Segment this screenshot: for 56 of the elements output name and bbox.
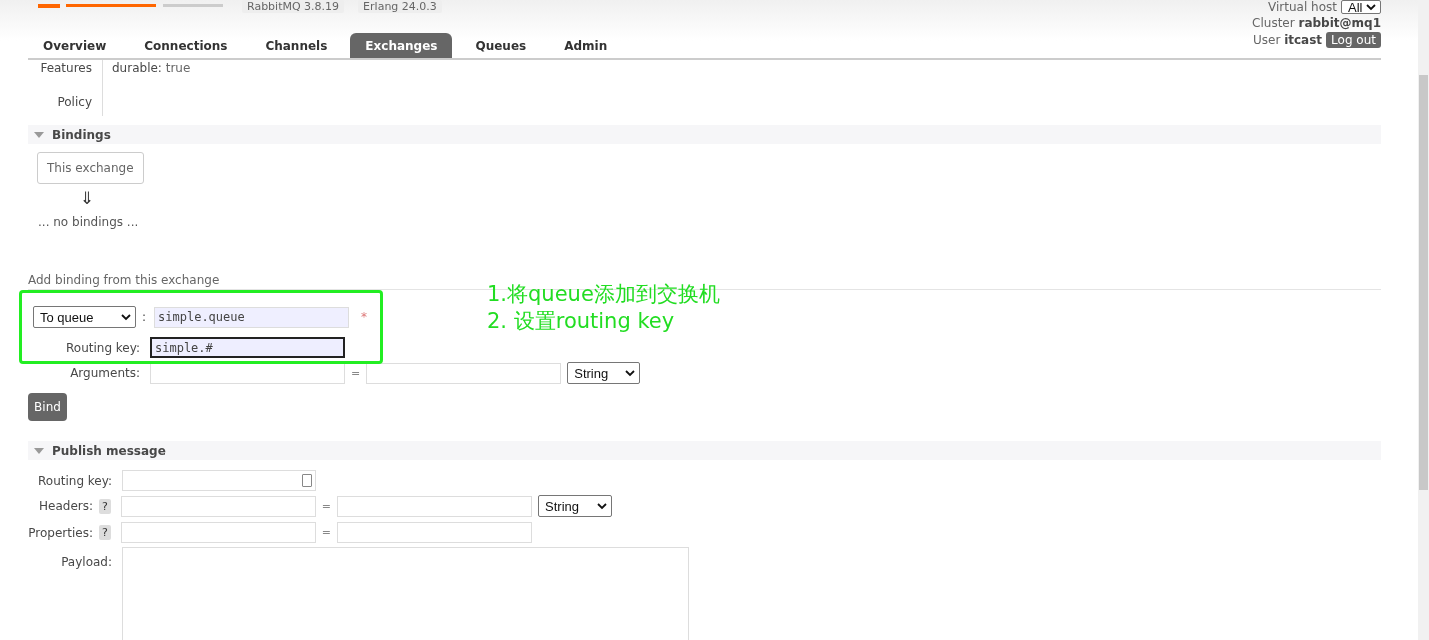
down-arrow: ⇓ bbox=[80, 188, 96, 208]
payload-field[interactable] bbox=[122, 547, 689, 640]
chevron-down-icon bbox=[121, 313, 131, 321]
logout-button[interactable]: Log out bbox=[1326, 32, 1381, 48]
virtual-host-label: Virtual host bbox=[1268, 0, 1337, 14]
routing-key-field[interactable] bbox=[122, 470, 316, 491]
destination-dropdown[interactable]: To queue bbox=[33, 306, 136, 328]
cluster-label: Cluster rabbit@mq1 bbox=[1252, 16, 1381, 30]
nav-tab[interactable]: Overview bbox=[28, 33, 122, 58]
key-icon bbox=[302, 474, 312, 487]
header-key-field[interactable] bbox=[120, 495, 316, 517]
virtual-host-dropdown[interactable]: All bbox=[1341, 0, 1381, 14]
routing-key-label: Routing key: bbox=[65, 340, 140, 355]
equals-sign: = bbox=[321, 499, 332, 513]
chevron-down-icon bbox=[597, 502, 608, 510]
routing-key-field[interactable]: simple.# bbox=[150, 337, 345, 358]
nav-tab[interactable]: Connections bbox=[129, 33, 243, 58]
argument-key-field[interactable] bbox=[150, 362, 345, 384]
type-dropdown[interactable]: String bbox=[538, 495, 613, 517]
properties-label: Properties: bbox=[28, 525, 93, 540]
nav-tab[interactable]: Queues bbox=[460, 33, 542, 58]
nav-tab[interactable]: Exchanges bbox=[350, 33, 453, 58]
equals-sign: = bbox=[351, 366, 361, 380]
separator: : bbox=[142, 310, 147, 324]
arguments-label: Arguments: bbox=[69, 366, 140, 380]
queue-name-field[interactable]: simple.queue bbox=[154, 306, 350, 328]
version-label: Erlang 24.0.3 bbox=[358, 0, 442, 13]
bind-button[interactable]: Bind bbox=[28, 393, 67, 421]
help-button[interactable]: ? bbox=[99, 498, 111, 514]
version-label: RabbitMQ 3.8.19 bbox=[242, 0, 345, 13]
detail-value: true bbox=[165, 61, 191, 75]
user-label: User itcast bbox=[1252, 33, 1323, 47]
section-header[interactable]: Publish message bbox=[28, 441, 1381, 460]
annotation-text: 2. 设置routing key bbox=[487, 308, 676, 335]
detail-key: durable: bbox=[112, 61, 162, 75]
property-key-field[interactable] bbox=[120, 522, 316, 543]
chevron-down-icon bbox=[625, 369, 636, 377]
chevron-down-icon bbox=[1366, 3, 1376, 11]
empty-message: ... no bindings ... bbox=[38, 215, 140, 229]
help-button[interactable]: ? bbox=[99, 525, 111, 540]
detail-label: Features bbox=[28, 60, 103, 88]
routing-key-label: Routing key: bbox=[37, 473, 112, 488]
header-value-field[interactable] bbox=[337, 495, 533, 517]
exchange-node: This exchange bbox=[37, 152, 144, 184]
nav-tab[interactable]: Channels bbox=[250, 33, 343, 58]
section-header[interactable]: Bindings bbox=[28, 125, 1381, 144]
argument-value-field[interactable] bbox=[366, 362, 562, 384]
type-dropdown[interactable]: String bbox=[567, 362, 641, 384]
scrollbar-thumb[interactable] bbox=[1419, 75, 1428, 490]
detail-label: Policy bbox=[28, 88, 103, 116]
nav-tab[interactable]: Admin bbox=[549, 33, 623, 58]
headers-label: Headers: bbox=[38, 499, 93, 513]
payload-label: Payload: bbox=[60, 555, 112, 569]
required-mark: * bbox=[361, 310, 368, 324]
property-value-field[interactable] bbox=[337, 522, 533, 543]
equals-sign: = bbox=[321, 526, 332, 539]
